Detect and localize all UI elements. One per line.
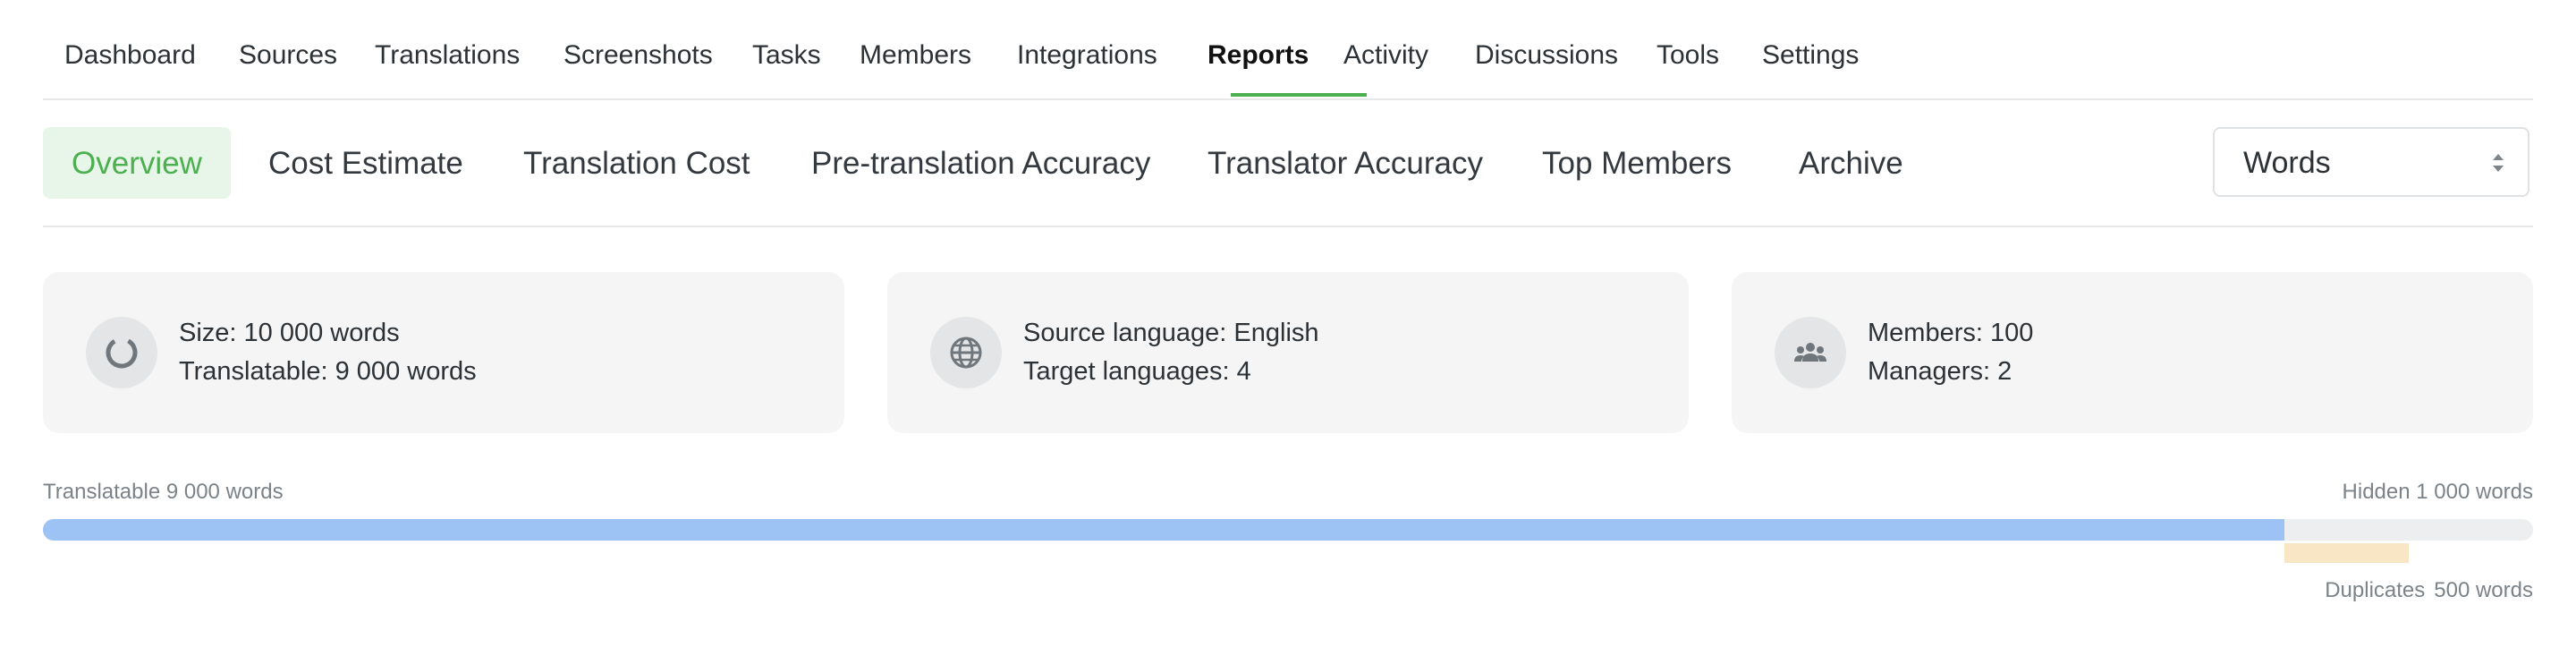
top-navigation: Dashboard Sources Translations Screensho… bbox=[43, 0, 2533, 100]
nav-item-translations[interactable]: Translations bbox=[375, 0, 520, 98]
translatable-label: Translatable 9 000 words bbox=[43, 480, 284, 504]
users-group-icon bbox=[1775, 317, 1846, 388]
unit-select[interactable]: Words bbox=[2213, 127, 2529, 197]
nav-item-dashboard[interactable]: Dashboard bbox=[64, 0, 196, 98]
nav-item-activity[interactable]: Activity bbox=[1343, 0, 1428, 98]
nav-item-tasks[interactable]: Tasks bbox=[752, 0, 821, 98]
duplicates-fill bbox=[2284, 543, 2409, 563]
unit-select-value: Words bbox=[2243, 146, 2331, 180]
sort-arrows-icon bbox=[2493, 154, 2504, 172]
tab-translation-cost[interactable]: Translation Cost bbox=[523, 127, 750, 199]
duplicates-label-text: Duplicates bbox=[2325, 578, 2426, 602]
active-nav-indicator bbox=[1231, 93, 1367, 97]
managers-count: Managers: 2 bbox=[1868, 357, 2012, 386]
tab-overview[interactable]: Overview bbox=[43, 127, 231, 199]
size-card: Size: 10 000 words Translatable: 9 000 w… bbox=[43, 272, 844, 433]
nav-item-sources[interactable]: Sources bbox=[239, 0, 337, 98]
duplicates-value: 500 words bbox=[2434, 578, 2533, 602]
tab-top-members[interactable]: Top Members bbox=[1542, 127, 1732, 199]
duplicates-label: Duplicates 500 words bbox=[2325, 578, 2533, 603]
nav-item-integrations[interactable]: Integrations bbox=[1017, 0, 1157, 98]
tab-archive[interactable]: Archive bbox=[1799, 127, 1903, 199]
size-value: Size: 10 000 words bbox=[179, 319, 400, 347]
languages-card: Source language: English Target language… bbox=[887, 272, 1689, 433]
nav-item-tools[interactable]: Tools bbox=[1657, 0, 1719, 98]
globe-icon bbox=[930, 317, 1002, 388]
tab-pre-translation-accuracy[interactable]: Pre-translation Accuracy bbox=[811, 127, 1150, 199]
target-languages: Target languages: 4 bbox=[1023, 357, 1251, 386]
hidden-label: Hidden 1 000 words bbox=[2342, 480, 2533, 504]
progress-ring-icon bbox=[86, 317, 157, 388]
reports-subnav: Overview Cost Estimate Translation Cost … bbox=[43, 125, 2533, 227]
nav-item-discussions[interactable]: Discussions bbox=[1475, 0, 1618, 98]
translatable-fill bbox=[43, 519, 2284, 541]
words-progress-bar bbox=[43, 519, 2533, 541]
source-language: Source language: English bbox=[1023, 319, 1319, 347]
nav-item-reports[interactable]: Reports bbox=[1208, 0, 1309, 98]
members-card: Members: 100 Managers: 2 bbox=[1732, 272, 2533, 433]
nav-item-members[interactable]: Members bbox=[860, 0, 971, 98]
translatable-value: Translatable: 9 000 words bbox=[179, 357, 477, 386]
members-count: Members: 100 bbox=[1868, 319, 2034, 347]
tab-translator-accuracy[interactable]: Translator Accuracy bbox=[1208, 127, 1483, 199]
nav-item-screenshots[interactable]: Screenshots bbox=[564, 0, 713, 98]
tab-cost-estimate[interactable]: Cost Estimate bbox=[268, 127, 463, 199]
nav-item-settings[interactable]: Settings bbox=[1762, 0, 1859, 98]
